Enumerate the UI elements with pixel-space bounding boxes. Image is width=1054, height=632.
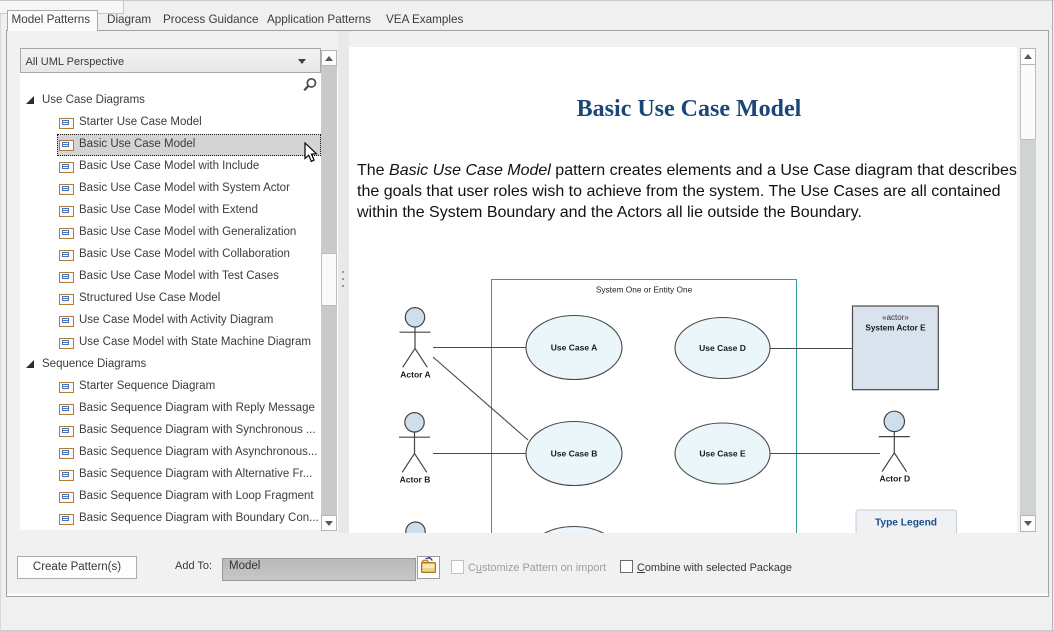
svg-text:Use Case B: Use Case B xyxy=(551,449,598,459)
svg-text:«actor»: «actor» xyxy=(882,313,909,322)
svg-text:Actor B: Actor B xyxy=(400,475,431,485)
svg-text:Use Case A: Use Case A xyxy=(551,343,597,353)
svg-text:Use Case D: Use Case D xyxy=(699,343,746,353)
svg-text:Actor D: Actor D xyxy=(879,474,910,484)
svg-text:Type Legend: Type Legend xyxy=(875,518,937,529)
svg-text:System One or Entity One: System One or Entity One xyxy=(596,285,693,295)
svg-text:Use Case E: Use Case E xyxy=(699,449,746,459)
svg-text:Actor A: Actor A xyxy=(400,370,430,380)
svg-text:System Actor E: System Actor E xyxy=(865,324,926,333)
